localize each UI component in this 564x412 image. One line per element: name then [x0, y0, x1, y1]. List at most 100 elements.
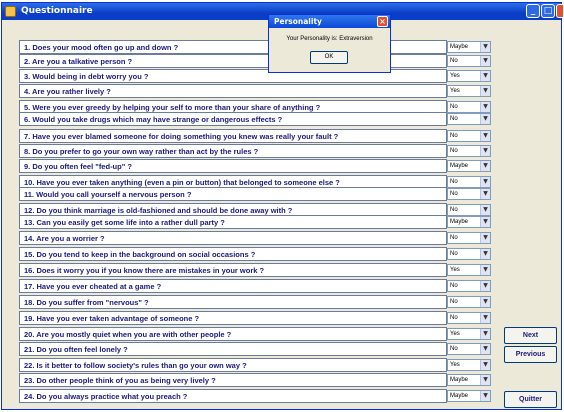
answer-dropdown[interactable]: No ▼ — [447, 232, 491, 244]
questionnaire-window: Questionnaire _ □ Next Previous Quitter … — [1, 2, 563, 410]
answer-value: Maybe — [450, 393, 469, 399]
chevron-down-icon[interactable]: ▼ — [480, 391, 490, 401]
chevron-down-icon[interactable]: ▼ — [480, 329, 490, 339]
answer-value: Maybe — [450, 163, 469, 169]
question-text: 7. Have you ever blamed someone for doin… — [24, 132, 339, 141]
answer-dropdown[interactable]: No ▼ — [447, 280, 491, 292]
chevron-down-icon[interactable]: ▼ — [480, 161, 490, 171]
question-text: 1. Does your mood often go up and down ? — [24, 43, 179, 52]
answer-value: No — [450, 179, 458, 185]
question-text: 17. Have you ever cheated at a game ? — [24, 282, 162, 291]
question-row: 24. Do you always practice what you prea… — [19, 389, 447, 403]
minimize-icon[interactable]: _ — [526, 4, 540, 18]
answer-dropdown[interactable]: No ▼ — [447, 248, 491, 260]
answer-value: No — [450, 116, 458, 122]
answer-dropdown[interactable]: Maybe ▼ — [447, 41, 491, 53]
chevron-down-icon[interactable]: ▼ — [480, 177, 490, 187]
answer-value: No — [450, 299, 458, 305]
question-text: 8. Do you prefer to go your own way rath… — [24, 147, 259, 156]
answer-dropdown[interactable]: No ▼ — [447, 188, 491, 200]
chevron-down-icon[interactable]: ▼ — [480, 114, 490, 124]
question-row: 16. Does it worry you if you know there … — [19, 263, 447, 277]
dialog-ok-button[interactable]: OK — [310, 51, 348, 64]
question-text: 4. Are you rather lively ? — [24, 87, 111, 96]
answer-dropdown[interactable]: Maybe ▼ — [447, 374, 491, 386]
chevron-down-icon[interactable]: ▼ — [480, 344, 490, 354]
answer-dropdown[interactable]: No ▼ — [447, 343, 491, 355]
chevron-down-icon[interactable]: ▼ — [480, 233, 490, 243]
question-text: 18. Do you suffer from "nervous" ? — [24, 298, 149, 307]
chevron-down-icon[interactable]: ▼ — [480, 313, 490, 323]
answer-value: No — [450, 104, 458, 110]
chevron-down-icon[interactable]: ▼ — [480, 102, 490, 112]
question-text: 24. Do you always practice what you prea… — [24, 392, 188, 401]
maximize-icon[interactable]: □ — [541, 4, 555, 18]
question-row: 8. Do you prefer to go your own way rath… — [19, 144, 447, 158]
answer-dropdown[interactable]: Yes ▼ — [447, 85, 491, 97]
answer-dropdown[interactable]: No ▼ — [447, 204, 491, 216]
answer-value: Maybe — [450, 219, 469, 225]
chevron-down-icon[interactable]: ▼ — [480, 189, 490, 199]
question-text: 20. Are you mostly quiet when you are wi… — [24, 330, 232, 339]
question-row: 4. Are you rather lively ? — [19, 84, 447, 98]
chevron-down-icon[interactable]: ▼ — [480, 217, 490, 227]
question-text: 22. Is it better to follow society's rul… — [24, 361, 247, 370]
answer-dropdown[interactable]: Yes ▼ — [447, 359, 491, 371]
answer-dropdown[interactable]: No ▼ — [447, 312, 491, 324]
chevron-down-icon[interactable]: ▼ — [480, 281, 490, 291]
answer-value: No — [450, 283, 458, 289]
chevron-down-icon[interactable]: ▼ — [480, 56, 490, 66]
answer-value: No — [450, 58, 458, 64]
answer-value: Maybe — [450, 44, 469, 50]
chevron-down-icon[interactable]: ▼ — [480, 71, 490, 81]
question-row: 7. Have you ever blamed someone for doin… — [19, 129, 447, 143]
answer-dropdown[interactable]: Yes ▼ — [447, 70, 491, 82]
answer-dropdown[interactable]: No ▼ — [447, 113, 491, 125]
question-row: 6. Would you take drugs which may have s… — [19, 112, 447, 126]
close-icon[interactable] — [556, 4, 563, 18]
question-text: 6. Would you take drugs which may have s… — [24, 115, 283, 124]
chevron-down-icon[interactable]: ▼ — [480, 42, 490, 52]
previous-button[interactable]: Previous — [504, 346, 557, 363]
answer-dropdown[interactable]: No ▼ — [447, 55, 491, 67]
answer-value: No — [450, 148, 458, 154]
next-button[interactable]: Next — [504, 327, 557, 344]
answer-dropdown[interactable]: No ▼ — [447, 101, 491, 113]
answer-dropdown[interactable]: Maybe ▼ — [447, 216, 491, 228]
answer-value: No — [450, 315, 458, 321]
question-text: 19. Have you ever taken advantage of som… — [24, 314, 200, 323]
answer-dropdown[interactable]: Maybe ▼ — [447, 390, 491, 402]
chevron-down-icon[interactable]: ▼ — [480, 375, 490, 385]
question-text: 21. Do you often feel lonely ? — [24, 345, 128, 354]
chevron-down-icon[interactable]: ▼ — [480, 249, 490, 259]
question-row: 11. Would you call yourself a nervous pe… — [19, 187, 447, 201]
chevron-down-icon[interactable]: ▼ — [480, 265, 490, 275]
question-row: 18. Do you suffer from "nervous" ? — [19, 295, 447, 309]
answer-value: Yes — [450, 88, 460, 94]
answer-value: Yes — [450, 73, 460, 79]
chevron-down-icon[interactable]: ▼ — [480, 205, 490, 215]
answer-dropdown[interactable]: No ▼ — [447, 145, 491, 157]
quit-button[interactable]: Quitter — [504, 391, 557, 408]
questionnaire-content: Next Previous Quitter 1. Does your mood … — [6, 23, 560, 409]
chevron-down-icon[interactable]: ▼ — [480, 360, 490, 370]
answer-value: No — [450, 346, 458, 352]
answer-dropdown[interactable]: No ▼ — [447, 296, 491, 308]
answer-dropdown[interactable]: Yes ▼ — [447, 328, 491, 340]
question-row: 15. Do you tend to keep in the backgroun… — [19, 247, 447, 261]
chevron-down-icon[interactable]: ▼ — [480, 297, 490, 307]
dialog-message: Your Personality is: Extraversion — [286, 36, 373, 42]
answer-dropdown[interactable]: No ▼ — [447, 176, 491, 188]
chevron-down-icon[interactable]: ▼ — [480, 86, 490, 96]
dialog-close-icon[interactable]: × — [377, 16, 388, 27]
question-row: 9. Do you often feel "fed-up" ? — [19, 159, 447, 173]
question-text: 23. Do other people think of you as bein… — [24, 376, 216, 385]
question-row: 14. Are you a worrier ? — [19, 231, 447, 245]
dialog-title-bar[interactable]: Personality × — [269, 15, 390, 28]
chevron-down-icon[interactable]: ▼ — [480, 146, 490, 156]
answer-dropdown[interactable]: Maybe ▼ — [447, 160, 491, 172]
chevron-down-icon[interactable]: ▼ — [480, 131, 490, 141]
answer-dropdown[interactable]: Yes ▼ — [447, 264, 491, 276]
question-row: 13. Can you easily get some life into a … — [19, 215, 447, 229]
answer-dropdown[interactable]: No ▼ — [447, 130, 491, 142]
